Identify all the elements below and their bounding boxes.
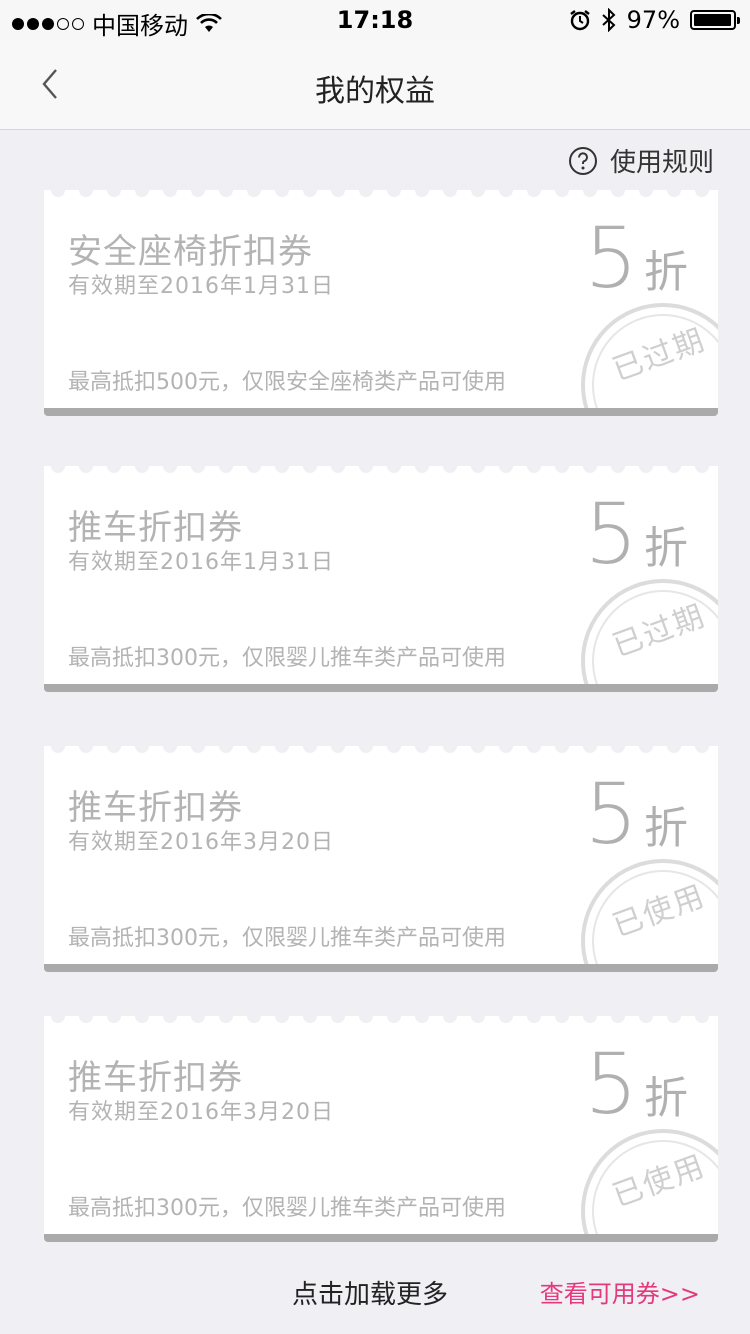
- battery-icon: [690, 10, 740, 30]
- coupon-card[interactable]: 安全座椅折扣券 有效期至2016年1月31日 最高抵扣500元，仅限安全座椅类产…: [44, 190, 718, 416]
- scallop-edge: [44, 1016, 718, 1030]
- coupon-discount: 5 折: [585, 1042, 688, 1126]
- footer: 点击加载更多 查看可用券>>: [0, 1270, 750, 1310]
- scallop-edge: [44, 466, 718, 480]
- discount-unit: 折: [644, 1073, 688, 1124]
- coupon-valid-date: 有效期至2016年3月20日: [68, 830, 334, 855]
- discount-unit: 折: [644, 803, 688, 854]
- coupon-card[interactable]: 推车折扣券 有效期至2016年3月20日 最高抵扣300元，仅限婴儿推车类产品可…: [44, 746, 718, 972]
- rules-label: 使用规则: [609, 148, 714, 178]
- bluetooth-icon: [601, 8, 616, 32]
- navigation-bar: 我的权益: [0, 40, 750, 130]
- coupon-valid-date: 有效期至2016年1月31日: [68, 550, 334, 575]
- coupon-discount: 5 折: [585, 492, 688, 576]
- battery-percent: 97%: [626, 6, 680, 34]
- status-bar: 中国移动 17:18 97%: [0, 0, 750, 40]
- discount-unit: 折: [644, 523, 688, 574]
- rules-link[interactable]: 使用规则: [568, 142, 714, 179]
- coupon-limit: 最高抵扣300元，仅限婴儿推车类产品可使用: [68, 646, 506, 671]
- discount-value: 5: [584, 1035, 638, 1133]
- scallop-edge: [44, 746, 718, 760]
- coupon-valid-date: 有效期至2016年1月31日: [68, 274, 334, 299]
- status-right: 97%: [569, 6, 740, 34]
- coupon-title: 安全座椅折扣券: [68, 232, 313, 272]
- coupon-title: 推车折扣券: [68, 1058, 243, 1098]
- coupon-card[interactable]: 推车折扣券 有效期至2016年3月20日 最高抵扣300元，仅限婴儿推车类产品可…: [44, 1016, 718, 1242]
- coupon-title: 推车折扣券: [68, 788, 243, 828]
- question-circle-icon: [568, 146, 597, 175]
- coupon-limit: 最高抵扣300元，仅限婴儿推车类产品可使用: [68, 1196, 506, 1221]
- view-usable-coupons-link[interactable]: 查看可用券>>: [540, 1274, 700, 1309]
- scallop-edge: [44, 190, 718, 204]
- discount-unit: 折: [644, 247, 688, 298]
- coupon-limit: 最高抵扣500元，仅限安全座椅类产品可使用: [68, 370, 506, 395]
- coupon-valid-date: 有效期至2016年3月20日: [68, 1100, 334, 1125]
- battery-fill: [694, 14, 731, 26]
- coupon-discount: 5 折: [585, 216, 688, 300]
- page-title: 我的权益: [315, 74, 435, 109]
- coupon-title: 推车折扣券: [68, 508, 243, 548]
- discount-value: 5: [584, 209, 638, 307]
- discount-value: 5: [584, 765, 638, 863]
- alarm-icon: [569, 10, 590, 31]
- load-more-button[interactable]: 点击加载更多: [292, 1274, 448, 1311]
- coupon-card[interactable]: 推车折扣券 有效期至2016年1月31日 最高抵扣300元，仅限婴儿推车类产品可…: [44, 466, 718, 692]
- coupon-limit: 最高抵扣300元，仅限婴儿推车类产品可使用: [68, 926, 506, 951]
- discount-value: 5: [584, 485, 638, 583]
- coupon-discount: 5 折: [585, 772, 688, 856]
